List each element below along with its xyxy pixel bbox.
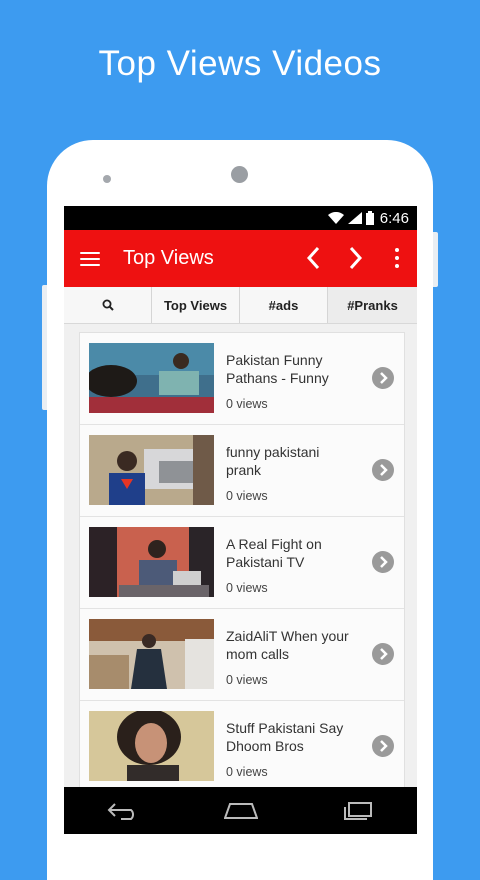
video-list: Pakistan Funny Pathans - Funny 0 views f… bbox=[79, 332, 405, 793]
video-thumbnail[interactable] bbox=[89, 619, 214, 689]
video-item[interactable]: A Real Fight on Pakistani TV 0 views bbox=[80, 517, 404, 609]
video-thumbnail[interactable] bbox=[89, 527, 214, 597]
video-item[interactable]: Stuff Pakistani Say Dhoom Bros 0 views bbox=[80, 701, 404, 792]
tab-search[interactable] bbox=[64, 287, 152, 323]
video-views: 0 views bbox=[226, 581, 268, 595]
menu-icon[interactable] bbox=[80, 251, 100, 266]
chevron-left-icon[interactable] bbox=[303, 244, 325, 272]
chevron-right-icon[interactable] bbox=[344, 244, 366, 272]
video-views: 0 views bbox=[226, 765, 268, 779]
phone-side-button bbox=[433, 232, 438, 287]
app-bar: Top Views bbox=[64, 230, 417, 287]
home-icon[interactable] bbox=[224, 802, 259, 819]
phone-screen: 6:46 Top Views Top Views #ads #Pranks Pa… bbox=[64, 206, 417, 834]
clock: 6:46 bbox=[379, 209, 409, 227]
overflow-menu-icon[interactable] bbox=[394, 248, 400, 268]
tab-top-views[interactable]: Top Views bbox=[152, 287, 240, 323]
video-item[interactable]: funny pakistani prank 0 views bbox=[80, 425, 404, 517]
system-nav-bar bbox=[64, 787, 417, 834]
video-title: Pakistan Funny Pathans - Funny bbox=[226, 352, 329, 386]
app-title: Top Views bbox=[123, 247, 214, 269]
chevron-right-icon[interactable] bbox=[372, 367, 394, 389]
chevron-right-icon[interactable] bbox=[372, 459, 394, 481]
back-icon[interactable] bbox=[107, 802, 139, 820]
video-thumbnail[interactable] bbox=[89, 343, 214, 413]
chevron-right-icon[interactable] bbox=[372, 643, 394, 665]
video-title: funny pakistani prank bbox=[226, 444, 320, 478]
video-views: 0 views bbox=[226, 397, 268, 411]
video-title: Stuff Pakistani Say Dhoom Bros bbox=[226, 720, 344, 754]
wifi-icon bbox=[327, 212, 344, 224]
video-views: 0 views bbox=[226, 673, 268, 687]
battery-icon bbox=[365, 211, 374, 225]
video-thumbnail[interactable] bbox=[89, 435, 214, 505]
tab-bar: Top Views #ads #Pranks bbox=[64, 287, 417, 324]
chevron-right-icon[interactable] bbox=[372, 735, 394, 757]
video-views: 0 views bbox=[226, 489, 268, 503]
phone-speaker bbox=[231, 166, 248, 183]
search-icon bbox=[102, 299, 114, 311]
video-item[interactable]: Pakistan Funny Pathans - Funny 0 views bbox=[80, 333, 404, 425]
chevron-right-icon[interactable] bbox=[372, 551, 394, 573]
tab-ads[interactable]: #ads bbox=[240, 287, 328, 323]
promo-title: Top Views Videos bbox=[98, 44, 382, 83]
video-item[interactable]: ZaidAliT When your mom calls 0 views bbox=[80, 609, 404, 701]
recents-icon[interactable] bbox=[344, 801, 374, 820]
video-thumbnail[interactable] bbox=[89, 711, 214, 781]
signal-icon bbox=[347, 212, 362, 224]
status-bar: 6:46 bbox=[64, 206, 417, 230]
front-camera bbox=[103, 175, 111, 183]
tab-pranks[interactable]: #Pranks bbox=[328, 287, 417, 323]
video-title: ZaidAliT When your mom calls bbox=[226, 628, 349, 662]
video-title: A Real Fight on Pakistani TV bbox=[226, 536, 322, 570]
